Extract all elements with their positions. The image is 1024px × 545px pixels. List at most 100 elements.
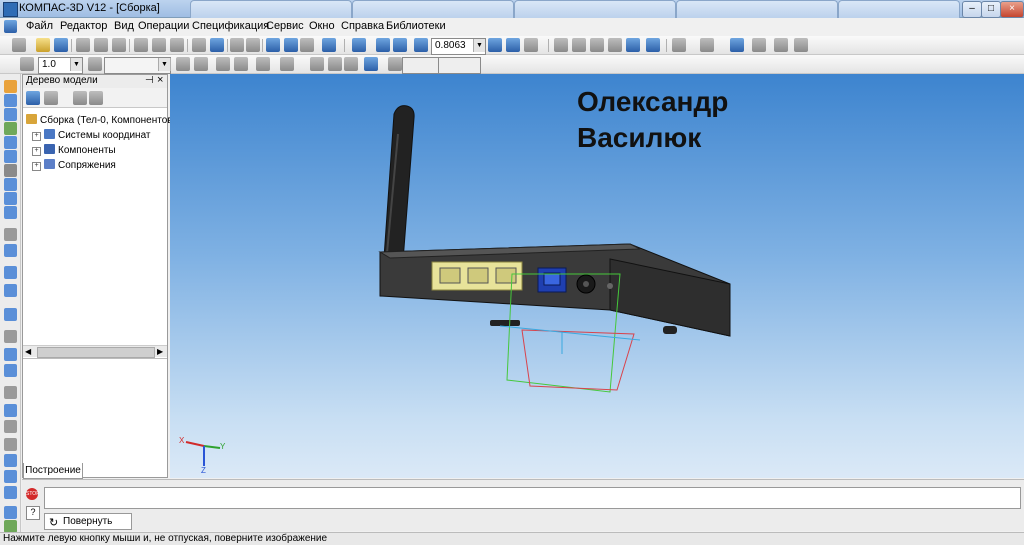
- expand-icon[interactable]: +: [32, 147, 41, 156]
- orientation-icon[interactable]: [524, 38, 538, 52]
- coord-y-field[interactable]: [438, 57, 481, 74]
- fx-icon[interactable]: [300, 38, 314, 52]
- weld-icon[interactable]: [4, 470, 17, 483]
- mirror-icon[interactable]: [4, 364, 17, 377]
- pin-icon[interactable]: ⊣: [145, 75, 154, 86]
- show-all-icon[interactable]: [730, 38, 744, 52]
- curves-icon[interactable]: [4, 94, 17, 107]
- help-icon[interactable]: ?: [26, 506, 40, 520]
- scroll-thumb[interactable]: [37, 347, 155, 358]
- print-preview-icon[interactable]: [94, 38, 108, 52]
- help-icon[interactable]: [322, 38, 336, 52]
- tab-rotate[interactable]: ↻ Повернуть: [44, 513, 132, 530]
- menu-window[interactable]: Окно: [309, 20, 335, 32]
- coordinates-icon[interactable]: [388, 57, 402, 71]
- point-icon[interactable]: [4, 420, 17, 433]
- perspective-icon[interactable]: [672, 38, 686, 52]
- pan-icon[interactable]: [488, 38, 502, 52]
- plane-icon[interactable]: [4, 386, 17, 399]
- menu-view[interactable]: Вид: [114, 20, 134, 32]
- snap-icon[interactable]: [774, 38, 788, 52]
- expand-icon[interactable]: +: [32, 162, 41, 171]
- scroll-right-icon[interactable]: ▶: [157, 347, 163, 356]
- filter-icon[interactable]: [752, 38, 766, 52]
- cs-icon[interactable]: [4, 438, 17, 451]
- tree-horizontal-scrollbar[interactable]: ◀ ▶: [23, 345, 167, 358]
- cut-icon[interactable]: [134, 38, 148, 52]
- menu-specification[interactable]: Спецификация: [192, 20, 269, 32]
- expand-icon[interactable]: +: [32, 132, 41, 141]
- variables-icon[interactable]: [284, 38, 298, 52]
- pipe-icon[interactable]: [4, 486, 17, 499]
- menu-help[interactable]: Справка: [341, 20, 384, 32]
- chevron-down-icon[interactable]: ▼: [70, 58, 82, 71]
- sheet-metal-icon[interactable]: [4, 454, 17, 467]
- format-painter-icon[interactable]: [192, 38, 206, 52]
- document-icon[interactable]: [4, 20, 17, 33]
- tree-filter-icon[interactable]: [73, 91, 87, 105]
- line-icon[interactable]: [344, 57, 358, 71]
- section-icon[interactable]: [700, 38, 714, 52]
- zoom-out-icon[interactable]: [393, 38, 407, 52]
- menu-service[interactable]: Сервис: [266, 20, 304, 32]
- wireframe-icon[interactable]: [554, 38, 568, 52]
- cursor-snap-icon[interactable]: [364, 57, 378, 71]
- local-cs-icon[interactable]: [216, 57, 230, 71]
- tree-settings-icon[interactable]: [89, 91, 103, 105]
- grid-icon[interactable]: [280, 57, 294, 71]
- stop-icon[interactable]: STOP: [26, 488, 40, 500]
- measure-icon[interactable]: [4, 150, 17, 163]
- spec-icon[interactable]: [4, 178, 17, 191]
- shaded-icon[interactable]: [626, 38, 640, 52]
- layer-icon[interactable]: [88, 57, 102, 71]
- tab-build[interactable]: Построение: [23, 463, 83, 479]
- hidden-thin-icon[interactable]: [590, 38, 604, 52]
- zoom-field[interactable]: 0.8063 ▼: [431, 38, 486, 55]
- shaded-edges-icon[interactable]: [646, 38, 660, 52]
- tree-item-coordinate-systems[interactable]: + Системы координат: [32, 129, 151, 141]
- hidden-lines-icon[interactable]: [572, 38, 586, 52]
- reports-icon[interactable]: [4, 192, 17, 205]
- browser-tab-4[interactable]: [676, 0, 838, 18]
- insert-icon[interactable]: [266, 38, 280, 52]
- properties-icon[interactable]: [112, 38, 126, 52]
- geometry-icon[interactable]: [4, 80, 17, 93]
- minimize-button[interactable]: –: [962, 1, 982, 18]
- layer-field[interactable]: ▼: [104, 57, 171, 74]
- array-icon[interactable]: [4, 348, 17, 361]
- menu-edit[interactable]: Редактор: [60, 20, 107, 32]
- parameters-icon[interactable]: [256, 57, 270, 71]
- zoom-scale-icon[interactable]: [414, 38, 428, 52]
- close-icon[interactable]: ×: [157, 74, 163, 86]
- manager-icon[interactable]: [210, 38, 224, 52]
- no-hidden-icon[interactable]: [608, 38, 622, 52]
- browser-tab-3[interactable]: [514, 0, 676, 18]
- save-icon[interactable]: [54, 38, 68, 52]
- tree-item-constraints[interactable]: + Сопряжения: [32, 159, 116, 171]
- ortho-icon[interactable]: [310, 57, 324, 71]
- close-button[interactable]: ×: [1000, 1, 1024, 18]
- add-component-icon[interactable]: [4, 244, 17, 257]
- tree-root[interactable]: Сборка (Тел-0, Компонентов: [26, 114, 173, 126]
- new-document-icon[interactable]: [12, 38, 26, 52]
- copy-icon[interactable]: [152, 38, 166, 52]
- undo-icon[interactable]: [230, 38, 244, 52]
- move-component-icon[interactable]: [4, 266, 17, 279]
- axis-icon[interactable]: [4, 404, 17, 417]
- chevron-down-icon[interactable]: ▼: [473, 39, 485, 52]
- command-field[interactable]: [44, 487, 1021, 509]
- print-icon[interactable]: [76, 38, 90, 52]
- line-step-field[interactable]: 1.0 ▼: [38, 57, 83, 74]
- coord-x-field[interactable]: [402, 57, 441, 74]
- tree-structure-icon[interactable]: [26, 91, 40, 105]
- surfaces-icon[interactable]: [4, 108, 17, 121]
- edit-component-icon[interactable]: [4, 228, 17, 241]
- sketch-icon[interactable]: [176, 57, 190, 71]
- rotate-icon[interactable]: [506, 38, 520, 52]
- grid-step-icon[interactable]: [20, 57, 34, 71]
- chevron-down-icon[interactable]: ▼: [158, 58, 170, 71]
- browser-tab-1[interactable]: [190, 0, 352, 18]
- hole-icon[interactable]: [4, 330, 17, 343]
- dimensions-icon[interactable]: [4, 122, 17, 135]
- tree-order-icon[interactable]: [44, 91, 58, 105]
